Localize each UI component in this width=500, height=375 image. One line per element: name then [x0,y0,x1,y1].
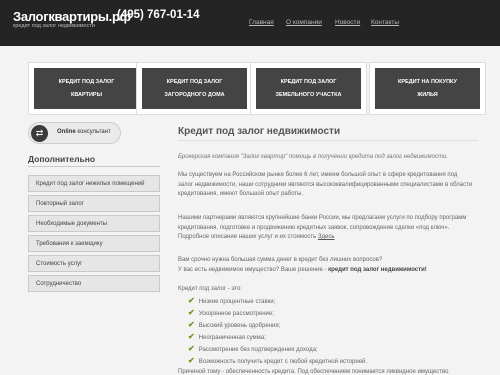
banner-line: КРЕДИТ НА ПОКУПКУ [398,79,457,85]
list-item: ✔ Возможность получить кредит с любой кре… [188,356,367,365]
banner-land-label: КРЕДИТ ПОД ЗАЛОГ ЗЕМЕЛЬНОГО УЧАСТКА [256,68,361,109]
offer-line-1: Вам срочно нужна большая сумма денег в к… [178,257,383,263]
sidebar-title: Дополнительно [28,154,96,164]
nav-about[interactable]: О компании [286,19,322,26]
banner-line: ЖИЛЬЯ [417,92,438,98]
list-item: ✔ Ускоренное рассмотрение; [188,308,274,317]
site-header: Залогквартиры.рф кредит под залог недвиж… [0,0,500,46]
partners-paragraph: Нашими партнерами являются крупнейшие ба… [178,214,474,243]
checkmark-icon: ✔ [188,308,195,317]
list-item-text: Неограниченная сумма; [198,335,266,341]
banner-line: ЗАГОРОДНОГО ДОМА [164,92,225,98]
banner-land[interactable]: КРЕДИТ ПОД ЗАЛОГ ЗЕМЕЛЬНОГО УЧАСТКА [250,62,367,115]
intro-text: Брокерская компания "Залог квартир" помо… [178,154,448,160]
list-item-text: Высокий уровень одобрения; [198,323,281,329]
list-item: ✔ Неограниченная сумма; [188,332,266,341]
list-item: ✔ Низкие процентные ставки; [188,296,275,305]
banner-line: КВАРТИРЫ [71,92,102,98]
checkmark-icon: ✔ [188,356,195,365]
nav-contacts[interactable]: Контакты [371,19,399,26]
online-consultant-button[interactable]: ⇄ Online консультант [28,122,121,144]
list-item-text: Низкие процентные ставки; [198,299,276,305]
banner-line: КРЕДИТ ПОД ЗАЛОГ [280,79,337,85]
logo-subtitle: кредит под залог недвижимости [13,23,95,29]
checkmark-icon: ✔ [188,320,195,329]
list-title: Кредит под залог - это: [178,286,243,292]
sidebar-item-repeat-pledge[interactable]: Повторный залог [28,195,160,212]
sidebar-item-requirements[interactable]: Требования к заемщику [28,235,160,252]
online-bold: Online [57,129,76,135]
phone-number: (495) 767-01-14 [117,9,200,21]
list-item-text: Рассмотрение без подтверждения дохода; [198,347,318,353]
banner-line: ЗЕМЕЛЬНОГО УЧАСТКА [275,92,342,98]
page-title: Кредит под залог недвижимости [178,126,341,137]
checkmark-icon: ✔ [188,332,195,341]
offer-paragraph: Вам срочно нужна большая сумма денег в к… [178,256,474,275]
sidebar-item-pricing[interactable]: Стоимость услуг [28,255,160,272]
banner-line: КРЕДИТ ПОД ЗАЛОГ [58,79,115,85]
banner-line: КРЕДИТ ПОД ЗАЛОГ [166,79,223,85]
offer-line-2: У вас есть недвижимое имущество? Ваше ре… [178,266,474,276]
title-divider [178,140,478,141]
banner-country-house[interactable]: КРЕДИТ ПОД ЗАЛОГ ЗАГОРОДНОГО ДОМА [136,62,253,115]
list-item-text: Возможность получить кредит с любой кред… [198,359,368,365]
sidebar-item-documents[interactable]: Необходимые документы [28,215,160,232]
site-logo[interactable]: Залогквартиры.рф [13,9,131,24]
services-link[interactable]: Здесь [318,234,335,240]
checkmark-icon: ✔ [188,296,195,305]
banner-apartment[interactable]: КРЕДИТ ПОД ЗАЛОГ КВАРТИРЫ [28,62,145,115]
checkmark-icon: ✔ [188,344,195,353]
list-item: ✔ Высокий уровень одобрения; [188,320,280,329]
sidebar-item-cooperation[interactable]: Сотрудничество [28,275,160,292]
offer-line-2-text: У вас есть недвижимое имущество? Ваше ре… [178,266,329,273]
sidebar-item-nonresidential[interactable]: Кредит под залог нежилых помещений [28,175,160,192]
online-rest: консультант [75,129,111,135]
list-item-text: Ускоренное рассмотрение; [198,311,274,317]
list-item: ✔ Рассмотрение без подтверждения дохода; [188,344,318,353]
tail-paragraph: Причиной тому - обеспеченность кредита. … [178,369,449,375]
arrows-icon: ⇄ [31,125,48,142]
nav-home[interactable]: Главная [249,19,274,26]
offer-highlight: кредит под залог недвижимости! [328,266,427,273]
banner-apartment-label: КРЕДИТ ПОД ЗАЛОГ КВАРТИРЫ [34,68,139,109]
sidebar-divider [28,166,160,167]
about-paragraph: Мы существуем на Российском рынке более … [178,172,473,197]
banner-country-house-label: КРЕДИТ ПОД ЗАЛОГ ЗАГОРОДНОГО ДОМА [142,68,247,109]
online-consultant-label: Online консультант [57,129,111,135]
banner-housing-purchase-label: КРЕДИТ НА ПОКУПКУ ЖИЛЬЯ [375,68,480,109]
nav-news[interactable]: Новости [335,19,360,26]
banner-housing-purchase[interactable]: КРЕДИТ НА ПОКУПКУ ЖИЛЬЯ [369,62,486,115]
